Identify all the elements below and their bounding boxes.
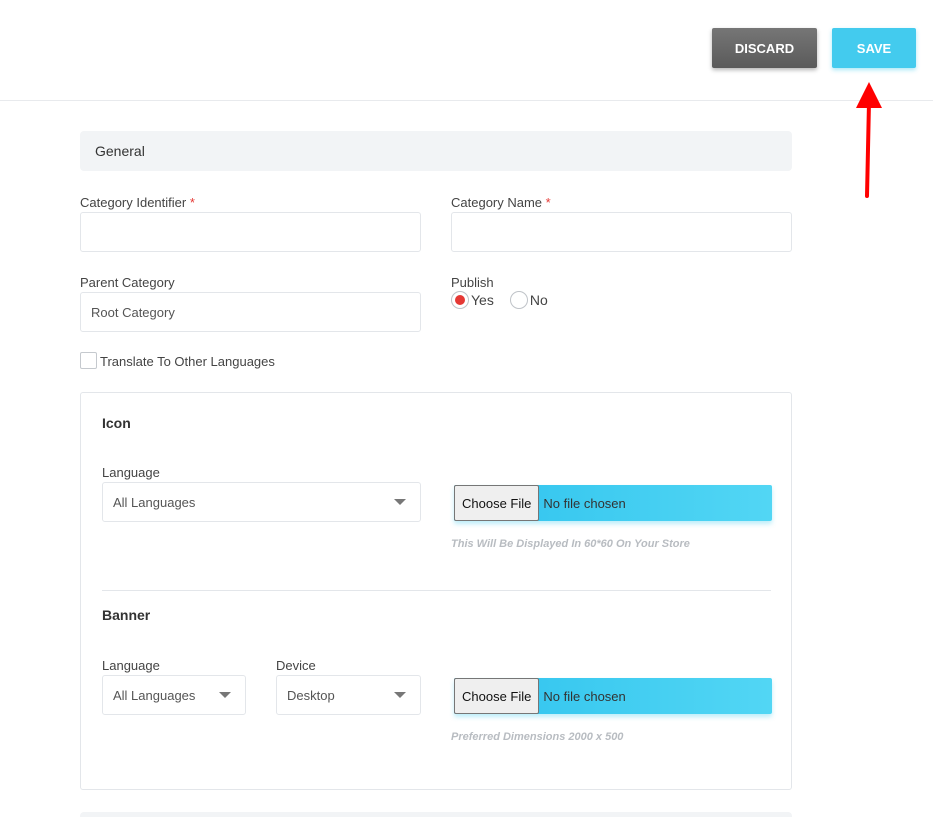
- discard-button[interactable]: DISCARD: [712, 28, 817, 68]
- publish-radio-group: Yes No: [451, 291, 564, 309]
- icon-section-title: Icon: [102, 415, 131, 431]
- annotation-arrow-icon: [856, 82, 882, 198]
- parent-category-label: Parent Category: [80, 275, 175, 290]
- icon-choose-file-button[interactable]: Choose File: [454, 485, 540, 521]
- banner-choose-file-button[interactable]: Choose File: [454, 678, 540, 714]
- category-identifier-input[interactable]: [80, 212, 421, 252]
- chevron-down-icon: [394, 692, 406, 698]
- banner-file-status: No file chosen: [543, 688, 626, 704]
- chevron-down-icon: [219, 692, 231, 698]
- category-name-input[interactable]: [451, 212, 792, 252]
- icon-language-select[interactable]: All Languages: [102, 482, 421, 522]
- publish-yes-radio[interactable]: [451, 291, 469, 309]
- publish-no-label: No: [529, 292, 548, 308]
- category-name-label: Category Name *: [451, 195, 551, 210]
- media-panel: Icon Language All Languages Choose File …: [80, 392, 792, 790]
- chevron-down-icon: [394, 499, 406, 505]
- top-toolbar: DISCARD SAVE: [0, 0, 933, 101]
- translate-checkbox-label: Translate To Other Languages: [100, 354, 275, 369]
- banner-language-value: All Languages: [113, 687, 196, 703]
- icon-hint: This Will Be Displayed In 60*60 On Your …: [451, 538, 690, 550]
- publish-no-radio[interactable]: [509, 291, 528, 309]
- icon-language-label: Language: [102, 465, 160, 480]
- next-section-header: [80, 812, 792, 817]
- section-divider: [102, 590, 771, 591]
- icon-file-status: No file chosen: [543, 495, 626, 511]
- translate-checkbox[interactable]: [80, 352, 97, 369]
- banner-hint: Preferred Dimensions 2000 x 500: [451, 731, 624, 743]
- parent-category-input[interactable]: Root Category: [80, 292, 421, 332]
- general-section-header: General: [80, 131, 792, 171]
- banner-section-title: Banner: [102, 607, 151, 623]
- banner-language-select[interactable]: All Languages: [102, 675, 246, 715]
- banner-file-input[interactable]: Choose File No file chosen: [454, 678, 772, 714]
- category-identifier-label: Category Identifier *: [80, 195, 195, 210]
- save-button[interactable]: SAVE: [832, 28, 916, 68]
- banner-device-label: Device: [276, 658, 316, 673]
- banner-device-select[interactable]: Desktop: [276, 675, 421, 715]
- icon-file-input[interactable]: Choose File No file chosen: [454, 485, 772, 521]
- publish-yes-label: Yes: [471, 292, 494, 308]
- banner-device-value: Desktop: [287, 687, 335, 703]
- icon-language-value: All Languages: [113, 494, 196, 510]
- banner-language-label: Language: [102, 658, 160, 673]
- publish-label: Publish: [451, 275, 494, 290]
